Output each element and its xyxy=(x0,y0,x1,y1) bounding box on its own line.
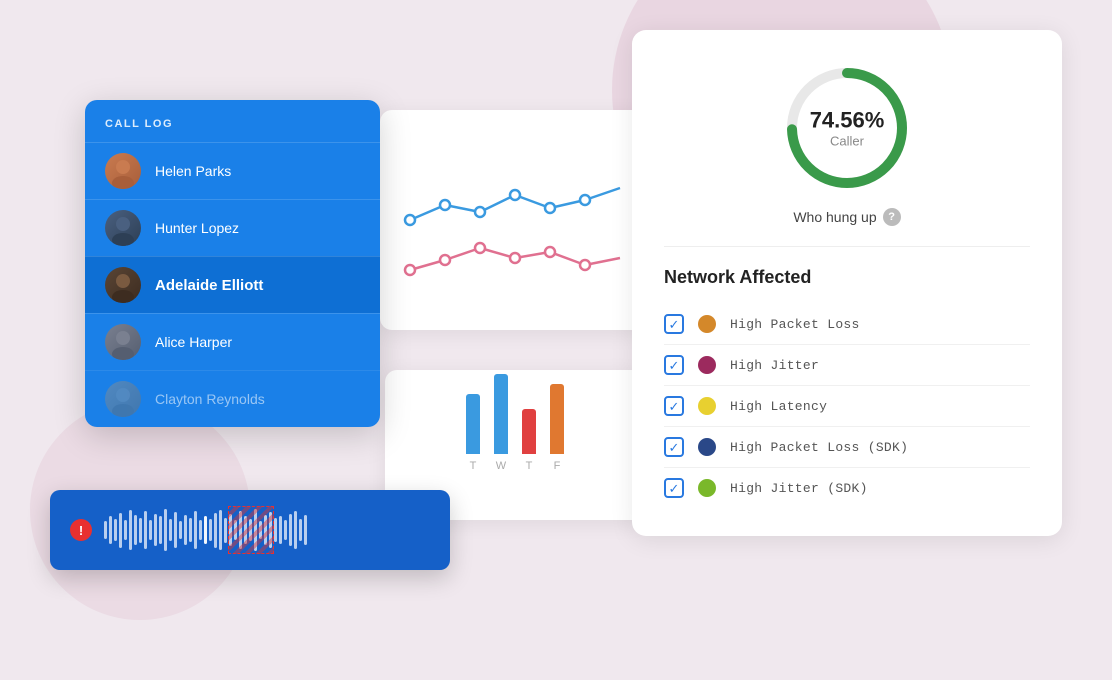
bar-t2 xyxy=(522,409,536,454)
network-affected-title: Network Affected xyxy=(664,267,1030,288)
bar-group-t1: T xyxy=(466,394,480,472)
label-high-jitter: High Jitter xyxy=(730,358,819,373)
bar-group-w: W xyxy=(494,374,508,472)
avatar-helen xyxy=(105,153,141,189)
dot-high-jitter xyxy=(698,356,716,374)
right-panel: 74.56% Caller Who hung up ? Network Affe… xyxy=(632,30,1062,536)
who-hung-up-text: Who hung up xyxy=(793,209,876,225)
call-log-item-helen[interactable]: Helen Parks xyxy=(85,142,380,199)
avatar-clayton xyxy=(105,381,141,417)
dot-high-latency xyxy=(698,397,716,415)
checkmark-1: ✓ xyxy=(669,318,680,331)
gauge-section: 74.56% Caller Who hung up ? xyxy=(664,58,1030,247)
error-region xyxy=(228,506,274,554)
bar-w xyxy=(494,374,508,454)
line-chart-svg xyxy=(400,130,630,310)
bar-label-w: W xyxy=(496,460,506,472)
dot-high-packet-loss xyxy=(698,315,716,333)
checkmark-2: ✓ xyxy=(669,359,680,372)
dot-high-jitter-sdk xyxy=(698,479,716,497)
bar-t1 xyxy=(466,394,480,454)
avatar-adelaide xyxy=(105,267,141,303)
line-chart-panel xyxy=(380,110,650,330)
network-item-high-jitter-sdk: ✓ High Jitter (SDK) xyxy=(664,468,1030,508)
help-icon[interactable]: ? xyxy=(883,208,901,226)
label-high-packet-loss-sdk: High Packet Loss (SDK) xyxy=(730,440,908,455)
waveform-visual[interactable] xyxy=(104,506,430,554)
bar-label-t1: T xyxy=(470,460,477,472)
gauge-container: 74.56% Caller xyxy=(777,58,917,198)
error-indicator: ! xyxy=(70,519,92,541)
bar-f xyxy=(550,384,564,454)
network-item-high-latency: ✓ High Latency xyxy=(664,386,1030,427)
who-hung-up: Who hung up ? xyxy=(793,208,900,226)
network-item-high-jitter: ✓ High Jitter xyxy=(664,345,1030,386)
name-clayton: Clayton Reynolds xyxy=(155,391,265,407)
network-item-high-packet-loss: ✓ High Packet Loss xyxy=(664,304,1030,345)
call-log-item-clayton[interactable]: Clayton Reynolds xyxy=(85,370,380,427)
label-high-packet-loss: High Packet Loss xyxy=(730,317,860,332)
bar-label-t2: T xyxy=(526,460,533,472)
avatar-hunter xyxy=(105,210,141,246)
checkmark-4: ✓ xyxy=(669,441,680,454)
checkbox-high-jitter[interactable]: ✓ xyxy=(664,355,684,375)
label-high-latency: High Latency xyxy=(730,399,827,414)
name-helen: Helen Parks xyxy=(155,163,231,179)
avatar-alice xyxy=(105,324,141,360)
checkmark-3: ✓ xyxy=(669,400,680,413)
bar-group-t2: T xyxy=(522,409,536,472)
name-adelaide: Adelaide Elliott xyxy=(155,277,263,294)
call-log-panel: CALL LOG Helen Parks Hunter Lopez Adelai… xyxy=(85,100,380,427)
call-log-item-hunter[interactable]: Hunter Lopez xyxy=(85,199,380,256)
checkbox-high-packet-loss-sdk[interactable]: ✓ xyxy=(664,437,684,457)
checkbox-high-latency[interactable]: ✓ xyxy=(664,396,684,416)
bar-chart-inner: T W T F xyxy=(403,382,627,472)
bar-label-f: F xyxy=(554,460,561,472)
name-hunter: Hunter Lopez xyxy=(155,220,239,236)
call-log-title: CALL LOG xyxy=(85,100,380,142)
gauge-label: 74.56% Caller xyxy=(810,108,885,149)
checkbox-high-packet-loss[interactable]: ✓ xyxy=(664,314,684,334)
gauge-percent: 74.56% xyxy=(810,108,885,134)
dot-high-packet-loss-sdk xyxy=(698,438,716,456)
label-high-jitter-sdk: High Jitter (SDK) xyxy=(730,481,868,496)
checkmark-5: ✓ xyxy=(669,482,680,495)
call-log-item-alice[interactable]: Alice Harper xyxy=(85,313,380,370)
bar-group-f: F xyxy=(550,384,564,472)
checkbox-high-jitter-sdk[interactable]: ✓ xyxy=(664,478,684,498)
network-item-high-packet-loss-sdk: ✓ High Packet Loss (SDK) xyxy=(664,427,1030,468)
gauge-sublabel: Caller xyxy=(810,134,885,149)
name-alice: Alice Harper xyxy=(155,334,232,350)
waveform-player: ! xyxy=(50,490,450,570)
call-log-item-adelaide[interactable]: Adelaide Elliott xyxy=(85,256,380,313)
